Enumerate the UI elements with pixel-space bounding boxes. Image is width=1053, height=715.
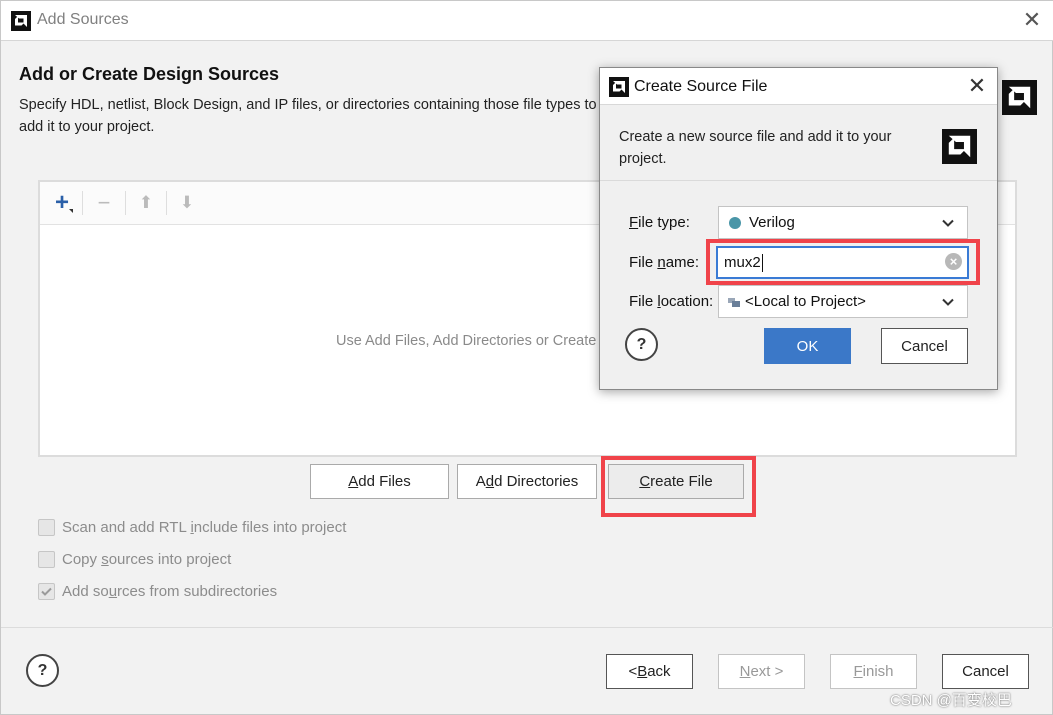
amd-brand-logo-icon bbox=[942, 129, 977, 164]
add-files-mnemonic: A bbox=[348, 473, 359, 490]
add-directories-label-pre: A bbox=[475, 473, 486, 490]
amd-logo-icon bbox=[609, 77, 629, 97]
create-source-file-dialog: Create Source File ✕ Create a new source… bbox=[599, 67, 998, 390]
add-directories-button[interactable]: Add Directories bbox=[457, 464, 597, 499]
add-directories-label: d Directories bbox=[494, 473, 579, 490]
page-heading: Add or Create Design Sources bbox=[19, 64, 280, 84]
page-description-line-2: add it to your project. bbox=[19, 119, 155, 135]
file-location-label: File location: bbox=[629, 293, 714, 310]
dialog-title: Create Source File bbox=[634, 78, 768, 95]
add-menu-arrow-icon bbox=[69, 209, 73, 213]
add-subdirectories-label: Add sources from subdirectories bbox=[62, 583, 278, 600]
scan-rtl-include-label: Scan and add RTL include files into proj… bbox=[62, 519, 347, 536]
chevron-down-icon bbox=[942, 219, 954, 227]
watermark-text: CSDN @百变校巴 bbox=[890, 692, 1012, 709]
copy-sources-label: Copy sources into project bbox=[62, 551, 232, 568]
dialog-help-button[interactable]: ? bbox=[625, 328, 658, 361]
toolbar-divider bbox=[125, 191, 126, 215]
dialog-titlebar: Create Source File ✕ bbox=[600, 68, 997, 105]
dialog-close-icon[interactable]: ✕ bbox=[964, 73, 990, 99]
file-type-select[interactable]: Verilog bbox=[718, 206, 968, 239]
add-subdirectories-checkbox[interactable] bbox=[38, 583, 55, 600]
copy-sources-checkbox[interactable] bbox=[38, 551, 55, 568]
move-down-icon[interactable]: ⬇ bbox=[173, 190, 201, 216]
chevron-down-icon bbox=[942, 298, 954, 306]
toolbar-divider bbox=[82, 191, 83, 215]
dialog-description-line-2: project. bbox=[619, 151, 667, 167]
create-file-highlight-box bbox=[601, 456, 756, 517]
add-files-label: dd Files bbox=[358, 473, 411, 490]
scan-rtl-include-checkbox[interactable] bbox=[38, 519, 55, 536]
window-close-icon[interactable]: ✕ bbox=[1019, 7, 1045, 33]
empty-list-hint: Use Add Files, Add Directories or Create bbox=[336, 333, 597, 349]
file-name-label: File name: bbox=[629, 254, 700, 271]
file-type-label: File type: bbox=[629, 214, 690, 231]
window-title: Add Sources bbox=[37, 11, 129, 28]
file-type-value: Verilog bbox=[749, 214, 795, 231]
page-description-line-1: Specify HDL, netlist, Block Design, and … bbox=[19, 97, 597, 113]
amd-brand-logo-icon bbox=[1002, 80, 1037, 115]
back-button[interactable]: < Back bbox=[606, 654, 693, 689]
footer-divider bbox=[1, 627, 1053, 628]
file-name-highlight-box bbox=[706, 239, 980, 285]
dialog-description-line-1: Create a new source file and add it to y… bbox=[619, 129, 892, 145]
dialog-divider bbox=[600, 180, 997, 181]
local-folder-icon bbox=[728, 297, 740, 307]
verilog-dot-icon bbox=[729, 216, 741, 229]
remove-icon[interactable]: − bbox=[90, 190, 118, 216]
ok-button[interactable]: OK bbox=[764, 328, 851, 364]
add-directories-mnemonic: d bbox=[485, 473, 495, 490]
add-files-button[interactable]: Add Files bbox=[310, 464, 449, 499]
checkmark-icon bbox=[41, 587, 52, 596]
finish-button[interactable]: Finish bbox=[830, 654, 917, 689]
cancel-button[interactable]: Cancel bbox=[942, 654, 1029, 689]
help-button[interactable]: ? bbox=[26, 654, 59, 687]
file-location-select[interactable]: <Local to Project> bbox=[718, 285, 968, 318]
next-button[interactable]: Next > bbox=[718, 654, 805, 689]
move-up-icon[interactable]: ⬆ bbox=[132, 190, 160, 216]
dialog-cancel-button[interactable]: Cancel bbox=[881, 328, 968, 364]
file-location-value: <Local to Project> bbox=[745, 293, 866, 310]
window-titlebar: Add Sources ✕ bbox=[1, 1, 1053, 41]
toolbar-divider bbox=[166, 191, 167, 215]
amd-logo-icon bbox=[11, 11, 31, 31]
